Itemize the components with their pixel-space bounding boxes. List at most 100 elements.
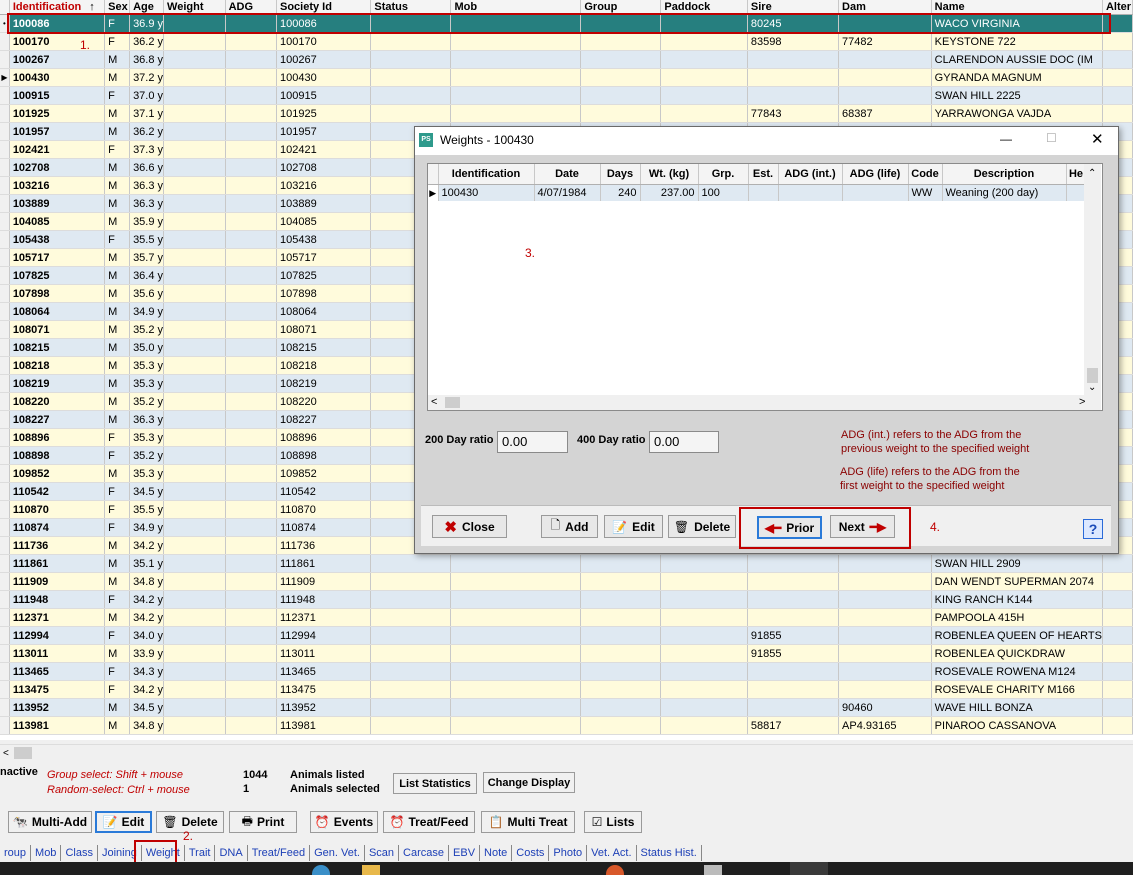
cell-weight[interactable] bbox=[163, 482, 226, 501]
cell-group[interactable] bbox=[580, 572, 662, 591]
cell-age[interactable]: 37.0 y bbox=[129, 86, 165, 105]
tab-status-hist-[interactable]: Status Hist. bbox=[637, 845, 702, 861]
cell-age[interactable]: 34.3 y bbox=[129, 662, 165, 681]
cell-weight[interactable] bbox=[163, 284, 226, 303]
weights-cell-he[interactable] bbox=[1066, 184, 1087, 201]
multi-add-button[interactable]: 🐄 Multi-Add bbox=[8, 811, 92, 833]
cell-mob[interactable] bbox=[450, 590, 582, 609]
tab-gen-vet-[interactable]: Gen. Vet. bbox=[310, 845, 365, 861]
cell-identification[interactable]: 107898 bbox=[9, 284, 106, 303]
row-indicator[interactable] bbox=[0, 302, 10, 321]
table-row[interactable]: 101925 M 37.1 y 101925 77843 68387 YARRAWONGA … bbox=[0, 104, 1133, 123]
taskbar-folder-icon[interactable] bbox=[362, 865, 380, 875]
cell-age[interactable]: 37.2 y bbox=[129, 68, 165, 87]
cell-society-id[interactable]: 111861 bbox=[276, 554, 372, 573]
cell-sex[interactable]: F bbox=[104, 680, 131, 699]
cell-adg[interactable] bbox=[225, 284, 278, 303]
cell-dam[interactable]: 77482 bbox=[838, 32, 932, 51]
row-indicator[interactable] bbox=[0, 230, 10, 249]
add-weight-button[interactable]: 🗋 Add bbox=[541, 515, 598, 538]
cell-adg[interactable] bbox=[225, 104, 278, 123]
close-button[interactable]: ✖ Close bbox=[432, 515, 507, 538]
cell-age[interactable]: 35.2 y bbox=[129, 392, 165, 411]
scroll-left-icon[interactable]: < bbox=[431, 396, 437, 408]
weights-column-wt-kg-[interactable]: Wt. (kg) bbox=[640, 164, 699, 185]
cell-sex[interactable]: M bbox=[104, 266, 131, 285]
scroll-thumb[interactable] bbox=[14, 747, 32, 759]
taskbar-app-icon-2[interactable] bbox=[606, 865, 624, 875]
cell-sex[interactable]: M bbox=[104, 194, 131, 213]
cell-society-id[interactable]: 100267 bbox=[276, 50, 372, 69]
cell-dam[interactable] bbox=[838, 608, 932, 627]
cell-society-id[interactable]: 105438 bbox=[276, 230, 372, 249]
cell-age[interactable]: 37.3 y bbox=[129, 140, 165, 159]
row-indicator[interactable] bbox=[0, 680, 10, 699]
weights-column-est-[interactable]: Est. bbox=[748, 164, 779, 185]
cell-adg[interactable] bbox=[225, 140, 278, 159]
cell-age[interactable]: 35.3 y bbox=[129, 374, 165, 393]
tab-note[interactable]: Note bbox=[480, 845, 513, 861]
cell-sire[interactable] bbox=[747, 68, 840, 87]
cell-name[interactable]: PAMPOOLA 415H bbox=[931, 608, 1103, 627]
cell-weight[interactable] bbox=[163, 500, 226, 519]
cell-sire[interactable] bbox=[747, 86, 840, 105]
grid-horizontal-scrollbar[interactable]: < bbox=[0, 744, 1133, 762]
cell-status[interactable] bbox=[370, 32, 452, 51]
cell-name[interactable]: WAVE HILL BONZA bbox=[931, 698, 1103, 717]
table-row[interactable]: 100170 F 36.2 y 100170 83598 77482 KEYSTONE 72… bbox=[0, 32, 1133, 51]
cell-society-id[interactable]: 112994 bbox=[276, 626, 372, 645]
cell-dam[interactable] bbox=[838, 680, 932, 699]
cell-name[interactable]: CLARENDON AUSSIE DOC (IM bbox=[931, 50, 1103, 69]
row-indicator[interactable] bbox=[0, 266, 10, 285]
cell-society-id[interactable]: 108896 bbox=[276, 428, 372, 447]
cell-sex[interactable]: M bbox=[104, 338, 131, 357]
cell-identification[interactable]: 102421 bbox=[9, 140, 106, 159]
cell-age[interactable]: 34.2 y bbox=[129, 590, 165, 609]
cell-society-id[interactable]: 111909 bbox=[276, 572, 372, 591]
tab-carcase[interactable]: Carcase bbox=[399, 845, 450, 861]
cell-weight[interactable] bbox=[163, 536, 226, 555]
taskbar-app-icon[interactable] bbox=[312, 865, 330, 875]
cell-sire[interactable]: 91855 bbox=[747, 644, 840, 663]
cell-sire[interactable]: 58817 bbox=[747, 716, 840, 735]
cell-alter[interactable] bbox=[1102, 716, 1133, 735]
cell-adg[interactable] bbox=[225, 590, 278, 609]
cell-society-id[interactable]: 102708 bbox=[276, 158, 372, 177]
cell-identification[interactable]: 103889 bbox=[9, 194, 106, 213]
cell-alter[interactable] bbox=[1102, 86, 1133, 105]
cell-age[interactable]: 36.3 y bbox=[129, 410, 165, 429]
cell-name[interactable]: ROSEVALE CHARITY M166 bbox=[931, 680, 1103, 699]
cell-identification[interactable]: 108227 bbox=[9, 410, 106, 429]
row-indicator[interactable] bbox=[0, 32, 10, 51]
cell-group[interactable] bbox=[580, 68, 662, 87]
cell-name[interactable]: PINAROO CASSANOVA bbox=[931, 716, 1103, 735]
cell-age[interactable]: 36.2 y bbox=[129, 32, 165, 51]
ratio400-input[interactable]: 0.00 bbox=[649, 431, 719, 453]
cell-mob[interactable] bbox=[450, 554, 582, 573]
cell-identification[interactable]: 108219 bbox=[9, 374, 106, 393]
weights-column-adg-life-[interactable]: ADG (life) bbox=[842, 164, 909, 185]
cell-age[interactable]: 35.9 y bbox=[129, 212, 165, 231]
cell-group[interactable] bbox=[580, 32, 662, 51]
cell-paddock[interactable] bbox=[660, 698, 748, 717]
tab-photo[interactable]: Photo bbox=[549, 845, 588, 861]
weights-row[interactable]: ▶ 100430 4/07/1984 240 237.00 100 WW Weaning (2… bbox=[428, 184, 1087, 201]
cell-status[interactable] bbox=[370, 698, 452, 717]
cell-society-id[interactable]: 110874 bbox=[276, 518, 372, 537]
cell-society-id[interactable]: 108898 bbox=[276, 446, 372, 465]
cell-weight[interactable] bbox=[163, 428, 226, 447]
cell-paddock[interactable] bbox=[660, 590, 748, 609]
cell-alter[interactable] bbox=[1102, 698, 1133, 717]
cell-alter[interactable] bbox=[1102, 590, 1133, 609]
cell-age[interactable]: 37.1 y bbox=[129, 104, 165, 123]
cell-identification[interactable]: 105438 bbox=[9, 230, 106, 249]
cell-sex[interactable]: F bbox=[104, 518, 131, 537]
cell-weight[interactable] bbox=[163, 230, 226, 249]
cell-group[interactable] bbox=[580, 590, 662, 609]
weights-cell-grp-[interactable]: 100 bbox=[698, 184, 749, 201]
cell-group[interactable] bbox=[580, 680, 662, 699]
cell-alter[interactable] bbox=[1102, 608, 1133, 627]
cell-adg[interactable] bbox=[225, 302, 278, 321]
cell-paddock[interactable] bbox=[660, 644, 748, 663]
cell-weight[interactable] bbox=[163, 32, 226, 51]
